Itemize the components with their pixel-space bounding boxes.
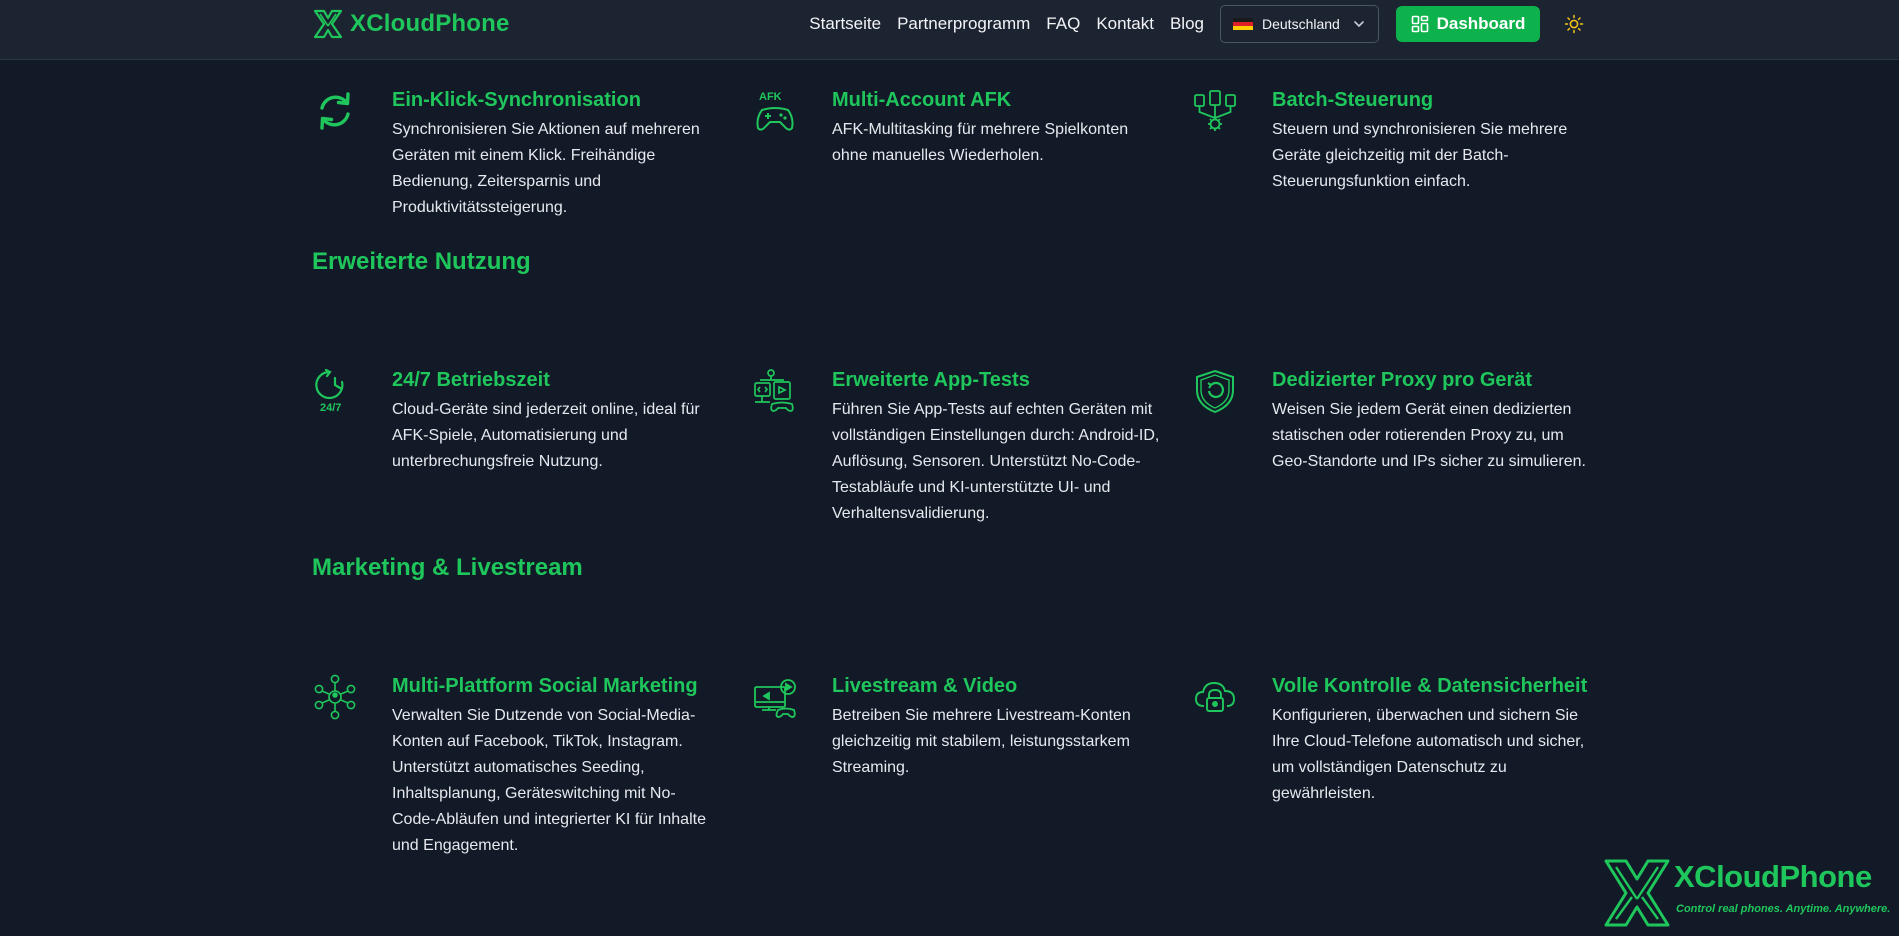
feature-description: Synchronisieren Sie Aktionen auf mehrere… — [392, 121, 700, 216]
feature-description: Weisen Sie jedem Gerät einen dedizierten… — [1272, 401, 1586, 470]
feature-description: Betreiben Sie mehrere Livestream-Konten … — [832, 707, 1131, 776]
social-network-icon — [314, 674, 356, 720]
feature-description: AFK-Multitasking für mehrere Spielkonten… — [832, 121, 1129, 164]
nav-kontakt[interactable]: Kontakt — [1096, 14, 1154, 34]
nav-partnerprogramm[interactable]: Partnerprogramm — [897, 14, 1030, 34]
watermark-name: XCloudPhone — [1674, 859, 1872, 894]
language-label: Deutschland — [1262, 16, 1340, 32]
sync-icon — [320, 92, 350, 130]
section-title: Erweiterte Nutzung — [312, 248, 531, 275]
feature-title: Erweiterte App-Tests — [832, 369, 1030, 391]
feature-title: Volle Kontrolle & Datensicherheit — [1272, 675, 1588, 697]
feature-description: Steuern und synchronisieren Sie mehrere … — [1272, 121, 1568, 190]
app-testing-icon — [754, 369, 794, 412]
cloud-lock-icon — [1195, 682, 1235, 712]
xcloudphone-logo-icon — [313, 9, 343, 39]
nav-faq[interactable]: FAQ — [1046, 14, 1080, 34]
site-header: XCloudPhone Startseite Partnerprogramm F… — [0, 0, 1899, 60]
nav-startseite[interactable]: Startseite — [809, 14, 881, 34]
feature-description: Verwalten Sie Dutzende von Social-Media-… — [392, 707, 706, 854]
feature-title: 24/7 Betriebszeit — [392, 369, 550, 391]
dashboard-button[interactable]: Dashboard — [1396, 6, 1540, 42]
svg-text:AFK: AFK — [759, 91, 782, 103]
clock-24-7-icon: 24/7 — [315, 368, 344, 414]
feature-title: Dedizierter Proxy pro Gerät — [1272, 369, 1533, 391]
watermark-logo: XCloudPhone Control real phones. Anytime… — [1602, 855, 1892, 930]
section-title: Marketing & Livestream — [312, 554, 583, 581]
feature-title: Ein-Klick-Synchronisation — [392, 89, 641, 111]
livestream-icon — [754, 679, 796, 718]
shield-proxy-icon — [1196, 369, 1234, 414]
feature-title: Livestream & Video — [832, 675, 1018, 697]
chevron-down-icon — [1354, 21, 1364, 28]
sun-theme-toggle-icon[interactable] — [1564, 14, 1584, 34]
brand-logo-link[interactable]: XCloudPhone — [312, 8, 510, 40]
main-nav: Startseite Partnerprogramm FAQ Kontakt B… — [809, 5, 1584, 43]
xcloudphone-watermark-icon — [1604, 859, 1670, 927]
brand-name: XCloudPhone — [350, 10, 510, 37]
dashboard-label: Dashboard — [1436, 14, 1526, 33]
watermark-tagline: Control real phones. Anytime. Anywhere. — [1676, 903, 1891, 915]
nav-blog[interactable]: Blog — [1170, 14, 1204, 34]
feature-description: Cloud-Geräte sind jederzeit online, idea… — [392, 401, 700, 470]
batch-control-icon — [1194, 90, 1236, 131]
feature-title: Batch-Steuerung — [1272, 89, 1434, 111]
svg-text:24/7: 24/7 — [320, 402, 341, 414]
header-inner: XCloudPhone Startseite Partnerprogramm F… — [312, 0, 1584, 48]
dashboard-grid-icon — [1411, 15, 1428, 33]
feature-description: Konfigurieren, überwachen und sichern Si… — [1272, 707, 1585, 802]
germany-flag-icon — [1233, 17, 1253, 31]
language-select[interactable]: Deutschland — [1220, 5, 1379, 43]
feature-title: Multi-Plattform Social Marketing — [392, 675, 698, 697]
feature-description: Führen Sie App-Tests auf echten Geräten … — [832, 401, 1160, 522]
feature-title: Multi-Account AFK — [832, 89, 1012, 111]
afk-gamepad-icon: AFK — [756, 91, 794, 131]
